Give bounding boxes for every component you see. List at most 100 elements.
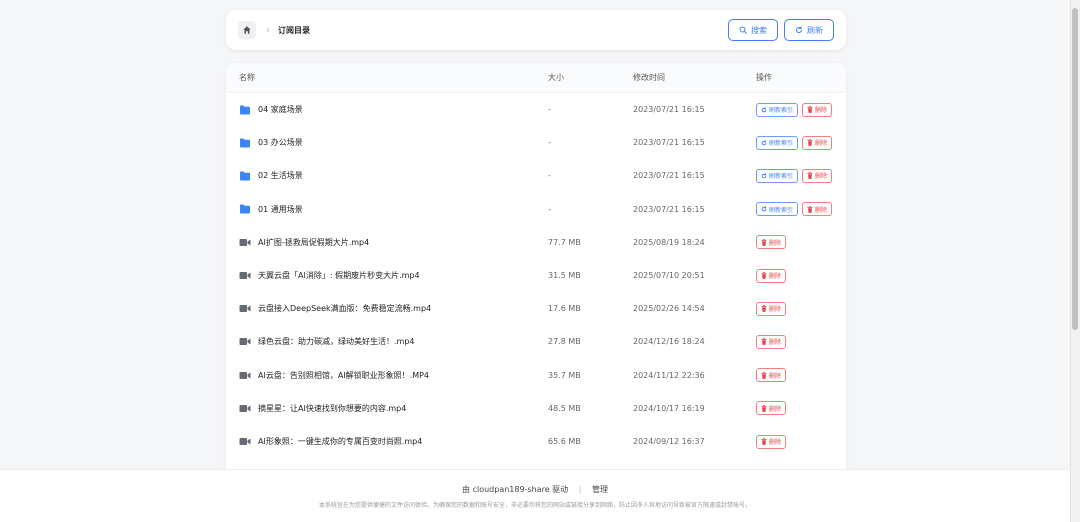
delete-label: 删除	[815, 173, 828, 181]
search-button[interactable]: 搜索	[728, 19, 778, 41]
breadcrumb-current: 订阅目录	[278, 25, 310, 35]
file-name[interactable]: AI云盘：告别照相馆，AI解锁职业形象照！.MP4	[258, 370, 429, 381]
refresh-index-label: 刷新索引	[769, 140, 794, 148]
delete-button[interactable]: 删除	[756, 434, 787, 449]
delete-label: 删除	[769, 273, 782, 280]
file-name[interactable]: 02 生活场景	[258, 170, 303, 181]
table-row[interactable]: 云盘接入DeepSeek满血版：免费稳定流畅.mp4 17.6 MB 2025/02…	[226, 292, 846, 325]
file-size: 31.5 MB	[548, 271, 581, 280]
file-modified: 2025/08/19 18:24	[633, 237, 705, 247]
delete-button[interactable]: 删除	[802, 102, 833, 117]
refresh-index-label: 刷新索引	[769, 206, 794, 214]
file-name-cell[interactable]: AI形象照：一键生成你的专属百变时尚照.mp4	[239, 436, 422, 447]
file-name-cell[interactable]: 04 家庭场景	[239, 104, 303, 115]
refresh-index-button[interactable]: 刷新索引	[756, 202, 799, 217]
delete-button[interactable]: 删除	[756, 235, 787, 250]
file-name[interactable]: AI扩图-拯救局促假期大片.mp4	[258, 237, 369, 248]
file-size: 27.8 MB	[548, 337, 581, 347]
table-row[interactable]: 04 家庭场景 - 2023/07/21 16:15 刷新索引 删除	[226, 93, 846, 126]
delete-label: 删除	[769, 239, 782, 247]
refresh-icon	[761, 206, 767, 212]
powered-by-link[interactable]: 由 cloudpan189-share 驱动	[462, 485, 568, 494]
header-actions: 搜索 刷新	[728, 19, 834, 41]
footer-links: 由 cloudpan189-share 驱动 | 管理	[0, 484, 1070, 495]
row-actions: 刷新索引 删除	[756, 102, 833, 117]
file-name-cell[interactable]: 摘星星：让AI快速找到你想要的内容.mp4	[239, 403, 406, 414]
refresh-index-button[interactable]: 刷新索引	[756, 135, 799, 150]
trash-icon	[807, 205, 813, 213]
delete-button[interactable]: 删除	[756, 268, 787, 283]
file-name[interactable]: 04 家庭场景	[258, 104, 303, 115]
column-modified[interactable]: 修改时间	[633, 72, 665, 83]
video-camera-icon	[239, 371, 251, 379]
refresh-index-button[interactable]: 刷新索引	[756, 168, 799, 183]
file-name[interactable]: AI形象照：一键生成你的专属百变时尚照.mp4	[258, 436, 422, 447]
file-modified: 2024/11/12 22:36	[633, 370, 705, 380]
page-scrollbar[interactable]	[1070, 0, 1080, 522]
delete-button[interactable]: 删除	[756, 401, 787, 416]
column-actions: 操作	[756, 73, 772, 82]
file-name-cell[interactable]: 01 通用场景	[239, 204, 303, 215]
delete-button[interactable]: 删除	[802, 135, 833, 150]
row-actions: 删除	[756, 434, 787, 449]
video-camera-icon	[239, 438, 251, 445]
home-button[interactable]	[238, 21, 256, 39]
refresh-index-button[interactable]: 刷新索引	[756, 102, 799, 117]
file-name-cell[interactable]: 绿色云盘：助力碳减，绿动美好生活！.mp4	[239, 336, 415, 347]
refresh-icon	[796, 26, 803, 34]
folder-icon	[240, 204, 250, 214]
delete-button[interactable]: 删除	[756, 368, 787, 383]
row-actions: 删除	[756, 401, 787, 416]
table-row[interactable]: AI云盘：告别照相馆，AI解锁职业形象照！.MP4 35.7 MB 2024/11/…	[226, 359, 846, 392]
file-name[interactable]: 01 通用场景	[258, 204, 303, 215]
file-name[interactable]: 摘星星：让AI快速找到你想要的内容.mp4	[258, 403, 406, 414]
trash-icon	[761, 272, 767, 279]
file-name-cell[interactable]: AI云盘：告别照相馆，AI解锁职业形象照！.MP4	[239, 370, 429, 381]
refresh-button[interactable]: 刷新	[784, 19, 834, 41]
file-name[interactable]: 天翼云盘「AI消除」: 假期废片秒变大片.mp4	[258, 270, 420, 281]
table-row[interactable]: 01 通用场景 - 2023/07/21 16:15 刷新索引 删除	[226, 193, 846, 226]
table-row[interactable]: AI形象照：一键生成你的专属百变时尚照.mp4 65.6 MB 2024/09/12…	[226, 425, 846, 458]
file-size: 77.7 MB	[548, 237, 581, 247]
table-row[interactable]: AI扩图-拯救局促假期大片.mp4 77.7 MB 2025/08/19 18:24…	[226, 226, 846, 259]
delete-button[interactable]: 删除	[756, 301, 787, 316]
file-name-cell[interactable]: AI扩图-拯救局促假期大片.mp4	[239, 237, 369, 248]
home-icon	[243, 26, 251, 34]
delete-label: 删除	[815, 140, 828, 148]
file-name-cell[interactable]: 03 办公场景	[239, 137, 303, 148]
file-modified: 2024/09/12 16:37	[633, 437, 705, 446]
admin-link[interactable]: 管理	[592, 485, 608, 494]
row-actions: 删除	[756, 301, 787, 316]
file-name-cell[interactable]: 云盘接入DeepSeek满血版：免费稳定流畅.mp4	[239, 303, 431, 314]
folder-icon	[240, 138, 250, 148]
footer-separator: |	[578, 485, 582, 494]
file-modified: 2023/07/21 16:15	[633, 105, 705, 114]
folder-icon	[240, 105, 250, 114]
table-row[interactable]: 天翼云盘「AI消除」: 假期废片秒变大片.mp4 31.5 MB 2025/07/1…	[226, 259, 846, 292]
row-actions: 删除	[756, 368, 787, 383]
row-actions: 刷新索引 删除	[756, 168, 833, 183]
file-name-cell[interactable]: 02 生活场景	[239, 170, 303, 181]
file-name[interactable]: 云盘接入DeepSeek满血版：免费稳定流畅.mp4	[258, 303, 431, 314]
file-size: 65.6 MB	[548, 437, 581, 446]
delete-label: 删除	[769, 339, 782, 347]
column-name[interactable]: 名称	[239, 72, 255, 83]
table-row[interactable]: 03 办公场景 - 2023/07/21 16:15 刷新索引 删除	[226, 126, 846, 159]
file-size: -	[548, 171, 551, 181]
delete-button[interactable]: 删除	[802, 168, 833, 183]
file-name[interactable]: 03 办公场景	[258, 137, 303, 148]
delete-button[interactable]: 删除	[802, 202, 833, 217]
trash-icon	[761, 404, 767, 412]
delete-button[interactable]: 删除	[756, 334, 787, 349]
column-size[interactable]: 大小	[548, 72, 564, 83]
footer: 由 cloudpan189-share 驱动 | 管理 本系统旨在为您提供便捷的…	[0, 469, 1070, 522]
table-row[interactable]: 绿色云盘：助力碳减，绿动美好生活！.mp4 27.8 MB 2024/12/16 1…	[226, 325, 846, 358]
table-row[interactable]: 摘星星：让AI快速找到你想要的内容.mp4 48.5 MB 2024/10/17 1…	[226, 392, 846, 425]
file-name[interactable]: 绿色云盘：助力碳减，绿动美好生活！.mp4	[258, 336, 415, 347]
row-actions: 刷新索引 删除	[756, 202, 833, 217]
delete-label: 删除	[769, 405, 782, 413]
scrollbar-thumb[interactable]	[1072, 8, 1078, 330]
file-name-cell[interactable]: 天翼云盘「AI消除」: 假期废片秒变大片.mp4	[239, 270, 420, 281]
table-row[interactable]: 02 生活场景 - 2023/07/21 16:15 刷新索引 删除	[226, 159, 846, 192]
file-size: 48.5 MB	[548, 403, 581, 413]
